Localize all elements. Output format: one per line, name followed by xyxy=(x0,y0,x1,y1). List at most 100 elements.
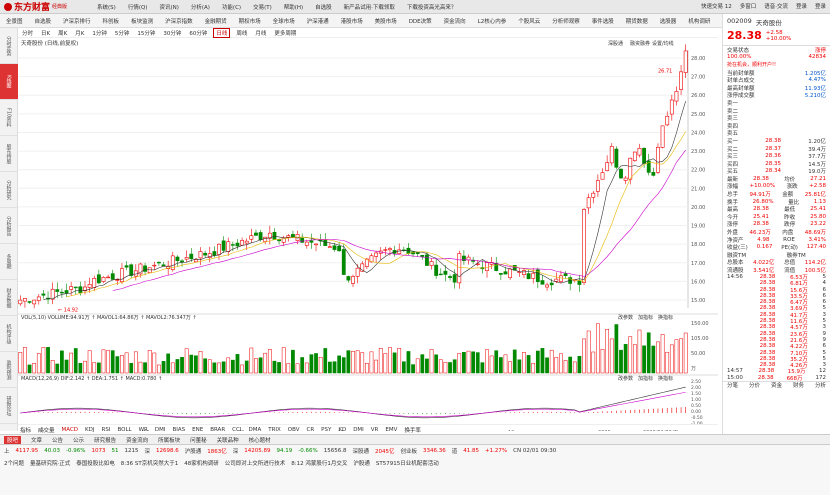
indicator-tab-4[interactable]: RSI xyxy=(102,427,111,433)
menu-item-4[interactable]: 功能(C) xyxy=(222,3,241,11)
indicator-tab-20[interactable]: EMV xyxy=(385,427,397,433)
volume-tool-1[interactable]: 加指标 xyxy=(638,314,653,321)
market-tab-10[interactable]: 港股市场 xyxy=(341,17,363,25)
bottom-tab-9[interactable]: 核心题材 xyxy=(249,436,271,444)
indicator-tab-2[interactable]: MACD xyxy=(62,427,79,433)
chart-tool-2[interactable]: 设置/均线 xyxy=(652,40,674,47)
bottom-tab-2[interactable]: 公告 xyxy=(52,436,63,444)
macd-tool-2[interactable]: 换指标 xyxy=(658,375,673,382)
volume-tool-2[interactable]: 换指标 xyxy=(658,314,673,321)
quote-tab-4[interactable]: 分析 xyxy=(815,381,826,389)
indicator-tab-6[interactable]: WR xyxy=(139,427,148,433)
period-10[interactable]: 周线 xyxy=(234,29,249,37)
period-5[interactable]: 5分钟 xyxy=(113,29,132,37)
bottom-tab-1[interactable]: 文章 xyxy=(31,436,42,444)
macd-tool-0[interactable]: 改参数 xyxy=(618,375,633,382)
market-tab-18[interactable]: 期货数据 xyxy=(626,17,648,25)
macd-tool-1[interactable]: 加指标 xyxy=(638,375,653,382)
market-tab-16[interactable]: 分析师观察 xyxy=(552,17,580,25)
period-1[interactable]: 日K xyxy=(39,29,52,37)
titlebar-btn-1[interactable]: 多窗口 xyxy=(740,2,757,10)
left-tab-9[interactable]: 盈利预测 xyxy=(0,352,18,388)
indicator-tab-10[interactable]: BRAR xyxy=(210,427,225,433)
period-9[interactable]: 日线 xyxy=(213,27,231,38)
ask-1[interactable]: 卖二 xyxy=(723,107,830,115)
bottom-tab-8[interactable]: 关联品种 xyxy=(217,436,239,444)
period-11[interactable]: 月线 xyxy=(253,29,268,37)
menu-item-6[interactable]: 帮助(H) xyxy=(284,3,303,11)
menu-item-5[interactable]: 交易(T) xyxy=(253,3,272,11)
ask-3[interactable]: 卖四 xyxy=(723,122,830,130)
market-tab-20[interactable]: 机构调研 xyxy=(688,17,710,25)
left-tab-1[interactable]: K线图 xyxy=(0,64,18,100)
indicator-tab-7[interactable]: DMI xyxy=(155,427,166,433)
indicator-tab-0[interactable]: 指标 xyxy=(20,426,31,434)
left-tab-10[interactable]: 研报论坛 xyxy=(0,388,18,424)
quote-tab-1[interactable]: 分价 xyxy=(749,381,760,389)
market-tab-11[interactable]: 美股市场 xyxy=(375,17,397,25)
period-12[interactable]: 更多周期 xyxy=(272,29,298,37)
indicator-tab-8[interactable]: BIAS xyxy=(172,427,185,433)
indicator-tab-21[interactable]: 换手率 xyxy=(404,426,421,434)
menu-item-3[interactable]: 分析(A) xyxy=(191,3,210,11)
news-item-0[interactable]: 2个问题 xyxy=(4,459,24,467)
news-item-4[interactable]: 48家机构调研 xyxy=(184,459,219,467)
bottom-tab-4[interactable]: 研究报告 xyxy=(94,436,116,444)
indicator-tab-11[interactable]: CCI xyxy=(232,427,241,433)
indicator-tab-14[interactable]: OBV xyxy=(288,427,300,433)
chart-tool-1[interactable]: 融资融券 xyxy=(630,40,650,47)
market-tab-4[interactable]: 板块监测 xyxy=(131,17,153,25)
period-4[interactable]: 1分钟 xyxy=(90,29,109,37)
menu-item-8[interactable]: 新产品试用·下载领取 xyxy=(344,3,395,11)
bid-4[interactable]: 买五 28.34 19.0万 xyxy=(723,168,830,175)
ask-2[interactable]: 卖三 xyxy=(723,114,830,122)
market-tab-12[interactable]: DDE决策 xyxy=(409,17,432,25)
indicator-tab-12[interactable]: DMA xyxy=(248,427,261,433)
market-tab-8[interactable]: 全球市场 xyxy=(273,17,295,25)
indicator-tab-18[interactable]: DMI xyxy=(353,427,364,433)
indicator-tab-5[interactable]: BOLL xyxy=(117,427,131,433)
left-tab-3[interactable]: 股东持股 xyxy=(0,136,18,172)
market-tab-2[interactable]: 沪深京排行 xyxy=(63,17,91,25)
period-8[interactable]: 60分钟 xyxy=(187,29,209,37)
market-tab-19[interactable]: 选股器 xyxy=(660,17,677,25)
period-6[interactable]: 15分钟 xyxy=(135,29,157,37)
chart-tool-0[interactable]: 深股通 xyxy=(608,40,623,47)
market-tab-0[interactable]: 全景图 xyxy=(6,17,23,25)
indicator-tab-9[interactable]: ENE xyxy=(192,427,203,433)
menu-item-9[interactable]: 下载投资高光高来？ xyxy=(407,3,457,11)
kline-chart[interactable]: 天奇股份 (日线,前复权) 深股通 融资融券 设置/均线 28.00 27.00 26.00… xyxy=(18,38,718,431)
market-tab-1[interactable]: 自选股 xyxy=(35,17,52,25)
indicator-tab-3[interactable]: KDJ xyxy=(85,427,94,433)
market-tab-9[interactable]: 沪深港通 xyxy=(307,17,329,25)
left-tab-5[interactable]: 分析报告 xyxy=(0,208,18,244)
market-tab-5[interactable]: 沪深京指数 xyxy=(165,17,193,25)
left-tab-4[interactable]: 分析研究 xyxy=(0,172,18,208)
menu-item-1[interactable]: 行情(Q) xyxy=(128,3,148,11)
news-item-7[interactable]: 沪股通 xyxy=(353,459,370,467)
period-2[interactable]: 周K xyxy=(56,29,69,37)
left-tab-2[interactable]: F10资料 xyxy=(0,100,18,136)
indicator-tab-16[interactable]: PSY xyxy=(321,427,331,433)
news-item-2[interactable]: 泰国投股比如电 xyxy=(76,459,115,467)
bottom-tab-6[interactable]: 所属板块 xyxy=(158,436,180,444)
titlebar-btn-0[interactable]: 快速交易 12 xyxy=(701,2,732,10)
left-tab-0[interactable]: 分时走势 xyxy=(0,28,18,64)
market-tab-7[interactable]: 期权市场 xyxy=(239,17,261,25)
bottom-tab-0[interactable]: 股吧 xyxy=(4,435,22,444)
indicator-tab-1[interactable]: 成交量 xyxy=(38,426,55,434)
period-3[interactable]: 月K xyxy=(73,29,86,37)
indicator-tab-17[interactable]: KD xyxy=(338,427,346,433)
market-tab-3[interactable]: 科创板 xyxy=(103,17,120,25)
period-7[interactable]: 30分钟 xyxy=(161,29,183,37)
indicator-tab-15[interactable]: CR xyxy=(307,427,315,433)
titlebar-btn-3[interactable]: 登录 xyxy=(796,2,807,10)
news-item-5[interactable]: 公司即对上交所进行技术 xyxy=(225,459,286,467)
left-tab-8[interactable]: 机构评级 xyxy=(0,316,18,352)
news-ticker[interactable]: 2个问题 量基研究院·正式 泰国投股比如电 8:36 ST京机突然大于1 48家机构调研… xyxy=(0,457,830,469)
volume-tool-0[interactable]: 改参数 xyxy=(618,314,633,321)
ask-0[interactable]: 卖一 xyxy=(723,99,830,107)
period-0[interactable]: 分时 xyxy=(20,29,35,37)
news-item-8[interactable]: ST57915日业机配套活动 xyxy=(376,459,439,467)
market-tab-14[interactable]: L2核心内参 xyxy=(478,17,507,25)
